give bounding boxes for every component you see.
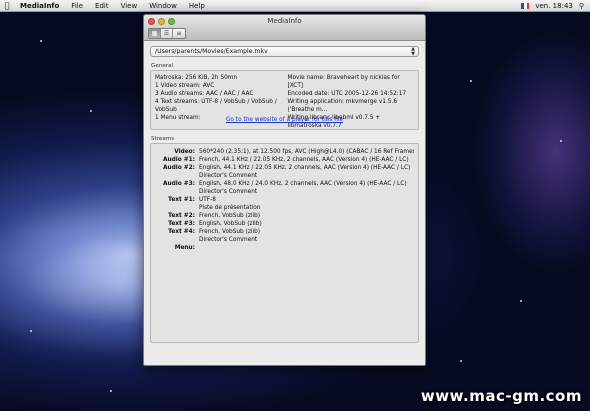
spotlight-search-icon[interactable]: ⚲: [579, 2, 584, 10]
stream-row: Piste de présentation: [155, 204, 414, 212]
stream-row: Director's Comment: [155, 188, 414, 196]
stream-value: 560*240 (2.35:1), at 12.500 fps, AVC (Hi…: [199, 149, 414, 155]
apple-menu-icon[interactable]: : [0, 1, 14, 10]
dropdown-arrows-icon: ▲ ▼: [411, 46, 415, 57]
stream-row: Text #2: French, VobSub (zlib): [155, 212, 414, 220]
stream-row: Director's Comment: [155, 236, 414, 244]
stream-row: Menu:: [155, 244, 414, 252]
stream-row: Text #3: English, VobSub (zlib): [155, 220, 414, 228]
player-website-link[interactable]: Go to the website of a player for this f…: [151, 116, 418, 124]
view-mode-toggle: ▦ ☰ ≡: [148, 28, 186, 39]
watermark-logo: www.mac-gm.com: [420, 387, 582, 405]
stream-value: [199, 244, 414, 252]
stream-value: English, 48.0 KHz / 24.0 KHz, 2 channels…: [199, 181, 407, 187]
stream-value: English, 44.1 KHz / 22.05 KHz, 2 channel…: [199, 165, 411, 171]
general-line: Encoded date: UTC 2005-12-26 14:52:17: [287, 91, 407, 97]
general-line: 3 Audio streams: AAC / AAC / AAC: [155, 91, 254, 97]
stream-row: Text #1: UTF-8: [155, 196, 414, 204]
stream-key: Text #4:: [168, 229, 195, 235]
menu-window[interactable]: Window: [143, 0, 183, 12]
wallpaper-star: [460, 360, 462, 362]
stream-value: Piste de présentation: [199, 205, 261, 211]
stream-key: [155, 204, 199, 212]
file-path-value: /Users/parents/Movies/Example.mkv: [155, 48, 268, 55]
stream-value: UTF-8: [199, 197, 216, 203]
stream-row: Text #4: French, VobSub (zlib): [155, 228, 414, 236]
stream-key: Text #2:: [168, 213, 195, 219]
streams-section-label: Streams: [151, 136, 175, 142]
streams-panel: Video: 560*240 (2.35:1), at 12.500 fps, A…: [150, 143, 419, 343]
clock[interactable]: ven. 18:43: [535, 2, 573, 10]
wallpaper-star: [560, 140, 562, 142]
mediainfo-window: MediaInfo ▦ ☰ ≡ /Users/parents/Movies/Ex…: [143, 14, 426, 366]
general-line: Writing application: mkvmerge v1.5.6 ('B…: [287, 99, 398, 113]
stream-key: Audio #3:: [163, 181, 195, 187]
wallpaper-star: [30, 330, 32, 332]
menu-help[interactable]: Help: [183, 0, 211, 12]
stream-row: Video: 560*240 (2.35:1), at 12.500 fps, A…: [155, 148, 414, 156]
menu-file[interactable]: File: [65, 0, 89, 12]
general-panel: Matroska: 256 KiB, 2h 50mn 1 Video strea…: [150, 70, 419, 130]
general-line: 1 Video stream: AVC: [155, 83, 215, 89]
stream-row: Audio #2: English, 44.1 KHz / 22.05 KHz, …: [155, 164, 414, 172]
menu-view[interactable]: View: [115, 0, 144, 12]
stream-key: [155, 236, 199, 244]
stream-key: Video:: [174, 149, 195, 155]
wallpaper-star: [470, 80, 472, 82]
stream-value: French, VobSub (zlib): [199, 213, 261, 219]
stream-row: Audio #3: English, 48.0 KHz / 24.0 KHz, 2…: [155, 180, 414, 188]
stream-value: Director's Comment: [199, 237, 258, 243]
stream-row: Director's Comment: [155, 172, 414, 180]
stream-key: [155, 188, 199, 196]
window-title: MediaInfo: [267, 17, 302, 25]
general-line: Matroska: 256 KiB, 2h 50mn: [155, 75, 238, 81]
stream-key: Text #3:: [168, 221, 195, 227]
stream-row: Audio #1: French, 44.1 KHz / 22.05 KHz, 2…: [155, 156, 414, 164]
stream-value: Director's Comment: [199, 189, 258, 195]
general-line: Movie name: Braveheart by nicklas for [X…: [287, 75, 400, 89]
wallpaper-star: [110, 390, 112, 392]
input-source-flag-icon[interactable]: [521, 2, 530, 9]
stream-value: French, VobSub (zlib): [199, 229, 261, 235]
window-titlebar[interactable]: MediaInfo ▦ ☰ ≡: [144, 15, 425, 41]
stream-key: [155, 172, 199, 180]
general-line: 4 Text streams: UTF-8 / VobSub / VobSub …: [155, 99, 277, 113]
stream-key: Text #1:: [168, 197, 195, 203]
stream-key: Menu:: [174, 245, 195, 251]
stream-value: French, 44.1 KHz / 22.05 KHz, 2 channels…: [199, 157, 409, 163]
stream-key: Audio #2:: [163, 165, 195, 171]
easy-view-icon[interactable]: ▦: [149, 29, 161, 38]
wallpaper-star: [520, 300, 522, 302]
stream-value: English, VobSub (zlib): [199, 221, 262, 227]
wallpaper-star: [90, 110, 92, 112]
stream-value: Director's Comment: [199, 173, 258, 179]
wallpaper-nebula: [420, 20, 590, 350]
general-section-label: General: [151, 63, 174, 69]
menu-app-name[interactable]: MediaInfo: [14, 0, 65, 12]
tree-view-icon[interactable]: ☰: [161, 29, 173, 38]
wallpaper-star: [40, 40, 42, 42]
menu-edit[interactable]: Edit: [89, 0, 115, 12]
file-select-dropdown[interactable]: /Users/parents/Movies/Example.mkv ▲ ▼: [150, 46, 419, 57]
menu-bar:  MediaInfo File Edit View Window Help v…: [0, 0, 590, 12]
text-view-icon[interactable]: ≡: [173, 29, 185, 38]
stream-key: Audio #1:: [163, 157, 195, 163]
